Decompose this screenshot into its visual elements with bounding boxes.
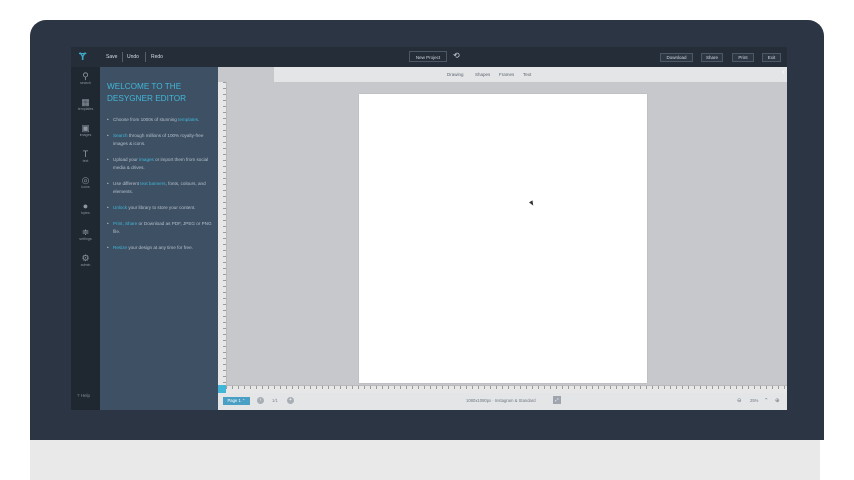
workspace: Drawing Shapes Frames Text Page 1 ⌃ ‹ 1/… — [218, 67, 787, 410]
top-bar: Ɏ Save Undo Redo New Project ⟲ Download … — [71, 47, 787, 67]
project-name-field[interactable]: New Project — [409, 51, 447, 62]
nav-images[interactable]: ▣ images — [71, 123, 100, 138]
bottom-bar: Page 1 ⌃ ‹ 1/1 + 1080x1080px · Instagram… — [218, 393, 787, 410]
list-item: Resize your design at any time for free. — [107, 244, 215, 252]
text-banners-link[interactable]: text banners — [140, 181, 165, 186]
welcome-panel: WELCOME TO THE DESYGNER EDITOR Choose fr… — [100, 67, 218, 410]
tab-shapes[interactable]: Shapes — [475, 71, 490, 78]
welcome-list: Choose from 1000s of stunning templates.… — [107, 116, 215, 260]
zoom-out-icon[interactable]: ⊖ — [737, 397, 742, 405]
ruler-corner[interactable] — [218, 385, 226, 393]
divider — [145, 52, 146, 62]
exit-button[interactable]: Exit — [762, 53, 781, 62]
editor-screen: Ɏ Save Undo Redo New Project ⟲ Download … — [71, 47, 787, 410]
vertical-ruler — [218, 82, 227, 385]
sliders-icon: ≑ — [81, 227, 90, 237]
unlock-link[interactable]: Unlock — [113, 205, 127, 210]
desygner-logo-icon: Ɏ — [79, 51, 87, 63]
zoom-level: 25% — [750, 398, 759, 403]
nav-bytes[interactable]: ● bytes — [71, 201, 100, 216]
templates-link[interactable]: templates — [178, 117, 198, 122]
divider — [122, 52, 123, 62]
left-nav: ⚲ search ▦ templates ▣ images T text ◎ i… — [71, 67, 100, 410]
redo-button[interactable]: Redo — [151, 52, 163, 62]
nav-text[interactable]: T text — [71, 149, 100, 164]
list-item: Print, Share or Download as PDF, JPEG or… — [107, 220, 215, 236]
gears-icon: ⚙ — [81, 253, 90, 263]
templates-icon: ▦ — [81, 97, 90, 107]
nav-icons[interactable]: ◎ icons — [71, 175, 100, 190]
zoom-in-icon[interactable]: ⊕ — [775, 397, 780, 405]
search-icon: ⚲ — [82, 71, 89, 81]
collapse-arrow-icon[interactable]: › — [782, 69, 784, 76]
zoom-toggle-icon[interactable]: ⌃ — [764, 397, 769, 405]
history-icon[interactable]: ⟲ — [453, 51, 460, 61]
help-link[interactable]: ? Help — [77, 393, 90, 398]
previous-page-icon[interactable]: ‹ — [257, 397, 264, 404]
tab-drawing[interactable]: Drawing — [447, 71, 464, 78]
canvas-dimensions: 1080x1080px · Instagram & Standard — [466, 398, 536, 403]
print-button[interactable]: Print — [732, 53, 754, 62]
resize-link[interactable]: Resize — [113, 245, 127, 250]
laptop-base — [30, 440, 820, 480]
share-button[interactable]: Share — [701, 53, 723, 62]
list-item: Choose from 1000s of stunning templates. — [107, 116, 215, 124]
print-share-link[interactable]: Print, Share — [113, 221, 137, 226]
page-number: 1/1 — [272, 398, 278, 403]
bytes-icon: ● — [82, 201, 89, 211]
page-selector[interactable]: Page 1 ⌃ — [223, 397, 250, 405]
tab-text[interactable]: Text — [523, 71, 531, 78]
save-button[interactable]: Save — [106, 52, 117, 62]
nav-settings[interactable]: ≑ settings — [71, 227, 100, 242]
images-link[interactable]: images — [139, 157, 154, 162]
list-item: Upload your images or import them from s… — [107, 156, 215, 172]
design-canvas[interactable] — [359, 94, 647, 383]
list-item: Search through millions of 100% royalty-… — [107, 132, 215, 148]
icons-icon: ◎ — [81, 175, 90, 185]
element-toolbar: Drawing Shapes Frames Text — [274, 67, 787, 82]
resize-icon[interactable]: ⤢ — [553, 396, 561, 404]
search-link[interactable]: Search — [113, 133, 128, 138]
download-button[interactable]: Download — [660, 53, 693, 62]
image-icon: ▣ — [81, 123, 90, 133]
undo-button[interactable]: Undo — [127, 52, 139, 62]
text-icon: T — [82, 149, 89, 159]
add-page-icon[interactable]: + — [287, 397, 294, 404]
tab-frames[interactable]: Frames — [499, 71, 514, 78]
list-item: Use different text banners, fonts, colou… — [107, 180, 215, 196]
nav-admin[interactable]: ⚙ admin — [71, 253, 100, 268]
nav-templates[interactable]: ▦ templates — [71, 97, 100, 112]
list-item: Unlock your library to store your conten… — [107, 204, 215, 212]
panel-title: WELCOME TO THE DESYGNER EDITOR — [107, 82, 187, 103]
nav-search[interactable]: ⚲ search — [71, 71, 100, 86]
